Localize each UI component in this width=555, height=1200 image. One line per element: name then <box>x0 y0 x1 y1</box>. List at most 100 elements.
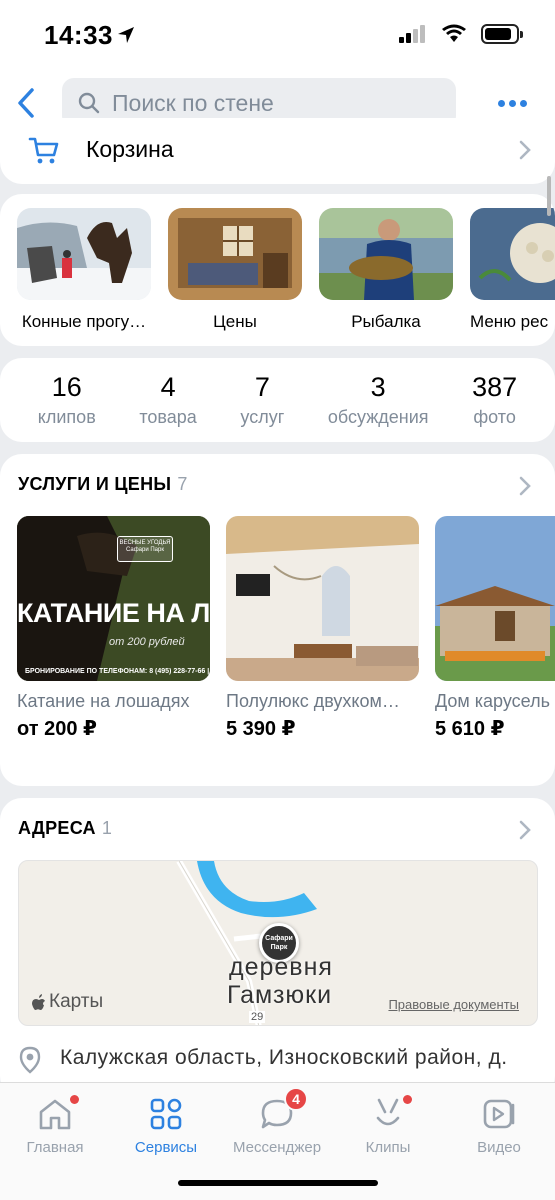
location-pin-icon <box>19 1046 41 1074</box>
banner-logo-bottom: Сафари Парк <box>126 547 164 554</box>
tab-label: Главная <box>26 1139 84 1156</box>
counter-label: товара <box>139 407 197 427</box>
highlight-thumbnail <box>17 208 151 300</box>
service-price: 5 390 ₽ <box>226 718 296 740</box>
counter-value: 4 <box>160 372 176 402</box>
counter-services[interactable]: 7 услуг <box>240 358 284 442</box>
counter-value: 16 <box>51 372 82 402</box>
address-row[interactable]: Калужская область, Износковский район, д… <box>18 1046 508 1074</box>
tab-messenger[interactable]: 4 Мессенджер <box>222 1087 332 1156</box>
section-header[interactable]: УСЛУГИ И ЦЕНЫ 7 <box>18 474 188 495</box>
counter-label: фото <box>473 407 516 427</box>
counter-label: обсуждения <box>327 407 429 427</box>
video-icon <box>483 1099 515 1129</box>
wifi-icon <box>442 24 466 42</box>
cart-icon <box>28 137 59 164</box>
address-text: Калужская область, Износковский район, д… <box>60 1046 508 1069</box>
counters-row: 16 клипов 4 товара 7 услуг 3 обсуждения … <box>0 358 555 442</box>
cart-label: Корзина <box>86 136 174 162</box>
home-indicator <box>178 1180 378 1186</box>
location-arrow-icon <box>118 27 134 43</box>
highlight-thumbnail <box>168 208 302 300</box>
more-options-icon[interactable] <box>498 100 527 107</box>
banner-subtitle: от 200 рублей <box>109 636 185 648</box>
counter-value: 7 <box>254 372 270 402</box>
highlight-fishing[interactable]: Рыбалка <box>319 208 453 332</box>
section-title: УСЛУГИ И ЦЕНЫ <box>18 474 172 494</box>
tab-label: Видео <box>477 1139 521 1156</box>
unread-badge: 4 <box>284 1087 308 1111</box>
service-price: от 200 ₽ <box>17 718 97 740</box>
banner-logo-top: ВЕСНЫЕ УГОДЬЯ <box>119 540 171 546</box>
banner-title: КАТАНИЕ НА ЛОШ <box>17 598 210 628</box>
section-count: 7 <box>177 474 188 494</box>
service-image: ВЕСНЫЕ УГОДЬЯ Сафари Парк КАТАНИЕ НА ЛОШ… <box>17 516 210 681</box>
apple-logo-icon <box>32 994 45 1010</box>
chevron-right-icon[interactable] <box>519 820 531 840</box>
section-title: АДРЕСА <box>18 818 96 838</box>
cart-row[interactable]: Корзина <box>0 118 555 184</box>
status-time: 14:33 <box>44 20 113 50</box>
highlight-menu[interactable]: Меню рес <box>470 208 555 332</box>
map-road-number: 29 <box>249 1011 266 1023</box>
cellular-signal-icon <box>399 25 425 43</box>
banner-phone: БРОНИРОВАНИЕ ПО ТЕЛЕФОНАМ: 8 (495) 228-7… <box>25 668 210 675</box>
chevron-right-icon <box>519 140 531 160</box>
service-card-carousel-house[interactable]: Дом карусель 5 610 ₽ <box>435 516 555 741</box>
highlight-label: Меню рес <box>470 312 549 331</box>
highlight-label: Цены <box>213 312 257 331</box>
map-legal-link[interactable]: Правовые документы <box>388 997 519 1012</box>
addresses-section: АДРЕСА 1 Сафари Парк деревня Гамзюки 29 К… <box>0 798 555 1098</box>
tab-video[interactable]: Видео <box>444 1093 554 1156</box>
tab-clips[interactable]: Клипы <box>333 1093 443 1156</box>
service-name: Катание на лошадях <box>17 691 190 711</box>
counter-discussions[interactable]: 3 обсуждения <box>328 358 429 442</box>
banner-logo: ВЕСНЫЕ УГОДЬЯ Сафари Парк <box>117 536 173 562</box>
highlight-thumbnail <box>470 208 555 300</box>
service-card-semi-lux[interactable]: Полулюкс двухком… 5 390 ₽ <box>226 516 419 741</box>
highlight-label: Конные прогу… <box>21 312 147 331</box>
clips-icon <box>376 1098 400 1126</box>
counter-value: 3 <box>370 372 386 402</box>
highlight-label: Рыбалка <box>351 312 421 331</box>
home-icon <box>39 1099 71 1130</box>
notification-dot <box>403 1095 412 1104</box>
map-place-label: деревня <box>229 953 333 981</box>
section-header[interactable]: АДРЕСА 1 <box>18 818 112 839</box>
tab-label: Клипы <box>365 1139 411 1156</box>
service-image <box>226 516 419 681</box>
battery-icon <box>481 24 523 44</box>
tab-services[interactable]: Сервисы <box>111 1093 221 1156</box>
highlight-horse-rides[interactable]: Конные прогу… <box>17 208 151 332</box>
service-name: Дом карусель <box>435 691 550 711</box>
counter-photos[interactable]: 387 фото <box>472 358 517 442</box>
service-card-horse-riding[interactable]: ВЕСНЫЕ УГОДЬЯ Сафари Парк КАТАНИЕ НА ЛОШ… <box>17 516 210 741</box>
scrollbar[interactable] <box>547 176 551 216</box>
counter-label: услуг <box>240 407 285 427</box>
chevron-right-icon[interactable] <box>519 476 531 496</box>
notification-dot <box>70 1095 79 1104</box>
service-image <box>435 516 555 681</box>
tab-label: Сервисы <box>134 1139 198 1156</box>
counter-clips[interactable]: 16 клипов <box>38 358 96 442</box>
section-count: 1 <box>101 818 113 838</box>
services-grid-icon <box>150 1098 182 1130</box>
map-provider-label: Карты <box>49 991 104 1012</box>
map-view[interactable]: Сафари Парк деревня Гамзюки 29 Карты Пра… <box>18 860 538 1026</box>
search-icon <box>78 92 100 114</box>
tab-home[interactable]: Главная <box>0 1093 110 1156</box>
search-placeholder: Поиск по стене <box>112 89 274 116</box>
highlight-thumbnail <box>319 208 453 300</box>
service-price: 5 610 ₽ <box>435 718 505 740</box>
map-provider: Карты <box>31 991 103 1013</box>
map-pin-label: Сафари Парк <box>265 935 293 951</box>
highlight-prices[interactable]: Цены <box>168 208 302 332</box>
services-section: УСЛУГИ И ЦЕНЫ 7 ВЕСНЫЕ УГОДЬЯ Сафари Парк… <box>0 454 555 786</box>
tab-label: Мессенджер <box>232 1139 322 1156</box>
status-bar: 14:33 <box>0 0 555 72</box>
counter-goods[interactable]: 4 товара <box>139 358 196 442</box>
back-arrow-icon[interactable] <box>12 86 42 120</box>
counter-label: клипов <box>37 407 96 427</box>
map-place-label-2: Гамзюки <box>227 981 333 1009</box>
status-indicators <box>399 24 523 44</box>
